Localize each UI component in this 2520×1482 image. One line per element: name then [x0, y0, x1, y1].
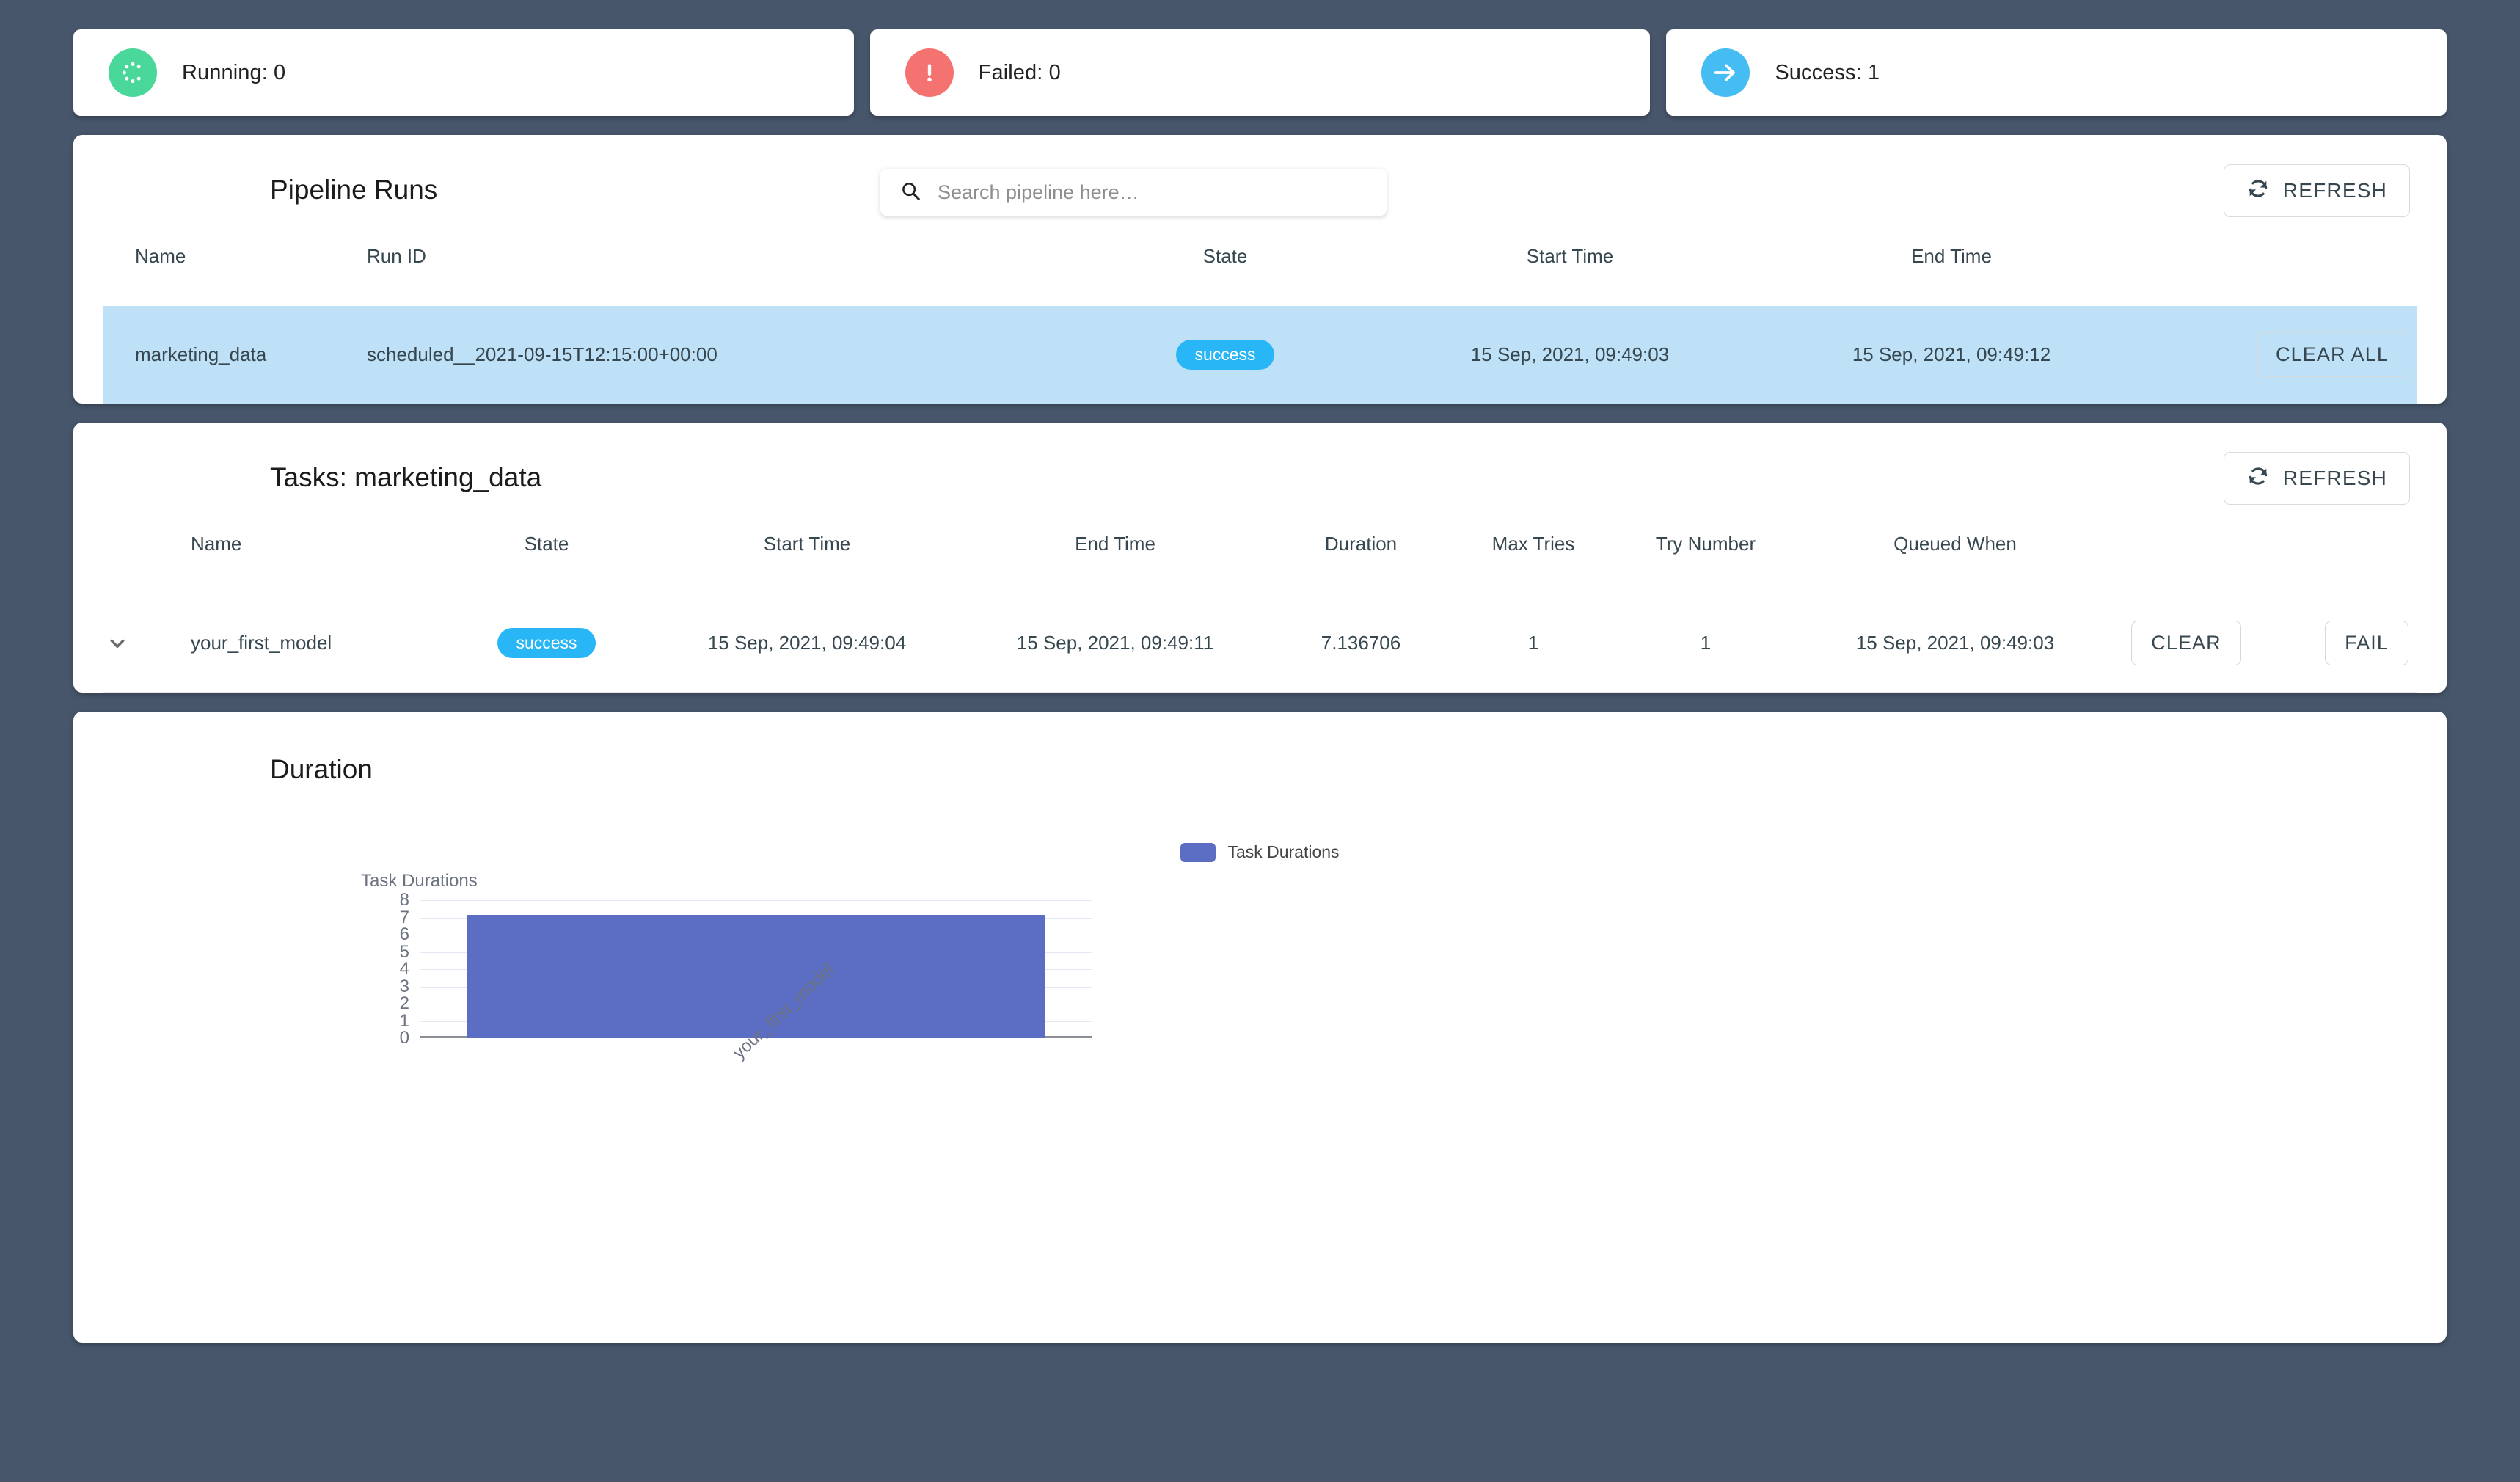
column-header-duration: Duration: [1324, 533, 1398, 555]
column-header-run-id: Run ID: [367, 245, 426, 267]
status-card-label: Running: 0: [182, 60, 286, 84]
cell-expand: [103, 594, 191, 693]
chart-y-tick-label: 0: [399, 1028, 409, 1048]
cell-max-tries: 1: [1527, 632, 1539, 654]
arrow-right-icon: [1701, 48, 1750, 97]
duration-title: Duration: [270, 754, 373, 784]
clear-button[interactable]: CLEAR: [2131, 621, 2241, 665]
cell-fail-action: FAIL: [2260, 594, 2417, 693]
refresh-button-label: REFRESH: [2282, 467, 2387, 489]
chart-legend: Task Durations: [103, 842, 2417, 862]
pipeline-runs-panel: Pipeline Runs R: [73, 135, 2447, 404]
chart-gridline: [420, 900, 1092, 901]
tasks-table: Name State Start Time End Time Duration …: [103, 533, 2417, 693]
column-header-try-number: Try Number: [1655, 533, 1756, 555]
column-header-start-time: Start Time: [1526, 245, 1614, 267]
status-card-label: Failed: 0: [978, 60, 1061, 84]
fail-button[interactable]: FAIL: [2325, 621, 2408, 665]
cell-state: success: [1071, 306, 1379, 404]
dashboard-page: Running: 0 Failed: 0 Success: 1 Pipeline…: [0, 0, 2520, 1482]
clear-all-button[interactable]: CLEAR ALL: [2256, 332, 2408, 377]
chart-y-axis-title: Task Durations: [361, 871, 478, 891]
cell-task-name: your_first_model: [191, 632, 332, 654]
column-header-expand: [103, 533, 191, 594]
cell-start-time: 15 Sep, 2021, 09:49:03: [1470, 343, 1670, 365]
table-row[interactable]: your_first_model success 15 Sep, 2021, 0…: [103, 594, 2417, 693]
chevron-down-icon[interactable]: [103, 629, 132, 658]
column-header-fail: [2260, 533, 2417, 594]
column-header-state: State: [524, 533, 569, 555]
status-card-success: Success: 1: [1666, 29, 2447, 116]
refresh-icon: [2246, 177, 2270, 205]
column-header-end-time: End Time: [1911, 245, 1992, 267]
duration-panel: Duration Task Durations Task Durations 8…: [73, 712, 2447, 1343]
pipeline-runs-header: Pipeline Runs R: [103, 135, 2417, 245]
status-card-running: Running: 0: [73, 29, 854, 116]
refresh-button-label: REFRESH: [2282, 179, 2387, 202]
tasks-title: Tasks: marketing_data: [270, 462, 542, 492]
status-card-failed: Failed: 0: [869, 29, 1651, 116]
table-row[interactable]: marketing_data scheduled__2021-09-15T12:…: [103, 306, 2417, 404]
duration-bar-chart: Task Durations 8 7 6 5 4 3 2 1 0 your_first_model: [103, 871, 2417, 1195]
status-card-label: Success: 1: [1775, 60, 1880, 84]
table-header-row: Name State Start Time End Time Duration …: [103, 533, 2417, 594]
column-header-start-time: Start Time: [763, 533, 851, 555]
column-header-end-time: End Time: [1075, 533, 1155, 555]
cell-end-time: 15 Sep, 2021, 09:49:11: [1016, 632, 1214, 654]
cell-queued-when: 15 Sep, 2021, 09:49:03: [1855, 632, 2055, 654]
status-badge: success: [497, 628, 596, 658]
cell-clear-action: CLEAR: [2113, 594, 2260, 693]
chart-plot-area: 8 7 6 5 4 3 2 1 0 your_first_model: [400, 890, 1092, 1063]
cell-duration: 7.136706: [1321, 632, 1401, 654]
search-icon: [899, 180, 921, 205]
legend-swatch-task-durations: [1180, 842, 1216, 862]
cell-run-id: scheduled__2021-09-15T12:15:00+00:00: [367, 343, 717, 365]
column-header-name: Name: [191, 533, 242, 555]
legend-label-task-durations: Task Durations: [1227, 842, 1340, 861]
pipeline-runs-table: Name Run ID State Start Time End Time ma…: [103, 245, 2417, 404]
spinner-icon: [109, 48, 157, 97]
refresh-button-runs[interactable]: REFRESH: [2223, 164, 2410, 217]
cell-end-time: 15 Sep, 2021, 09:49:12: [1852, 343, 2051, 365]
cell-state: success: [440, 594, 653, 693]
column-header-name: Name: [135, 245, 186, 267]
column-header-actions: [2142, 245, 2417, 306]
status-badge: success: [1176, 340, 1274, 370]
cell-actions: CLEAR ALL: [2142, 306, 2417, 404]
cell-try-number: 1: [1700, 632, 1712, 654]
chart-bar[interactable]: [467, 915, 1045, 1038]
cell-start-time: 15 Sep, 2021, 09:49:04: [707, 632, 907, 654]
column-header-max-tries: Max Tries: [1491, 533, 1575, 555]
refresh-icon: [2246, 464, 2270, 493]
table-header-row: Name Run ID State Start Time End Time: [103, 245, 2417, 306]
alert-icon: [905, 48, 954, 97]
status-card-row: Running: 0 Failed: 0 Success: 1: [73, 29, 2447, 116]
search-input[interactable]: [938, 180, 1367, 204]
column-header-queued-when: Queued When: [1893, 533, 2017, 555]
refresh-button-tasks[interactable]: REFRESH: [2223, 452, 2410, 505]
column-header-state: State: [1202, 245, 1248, 267]
column-header-clear: [2113, 533, 2260, 594]
cell-run-name: marketing_data: [135, 343, 267, 365]
page-title: Pipeline Runs: [270, 175, 438, 205]
search-field[interactable]: [880, 169, 1387, 216]
tasks-panel: Tasks: marketing_data REFRESH Name State: [73, 423, 2447, 693]
tasks-header: Tasks: marketing_data REFRESH: [103, 423, 2417, 533]
